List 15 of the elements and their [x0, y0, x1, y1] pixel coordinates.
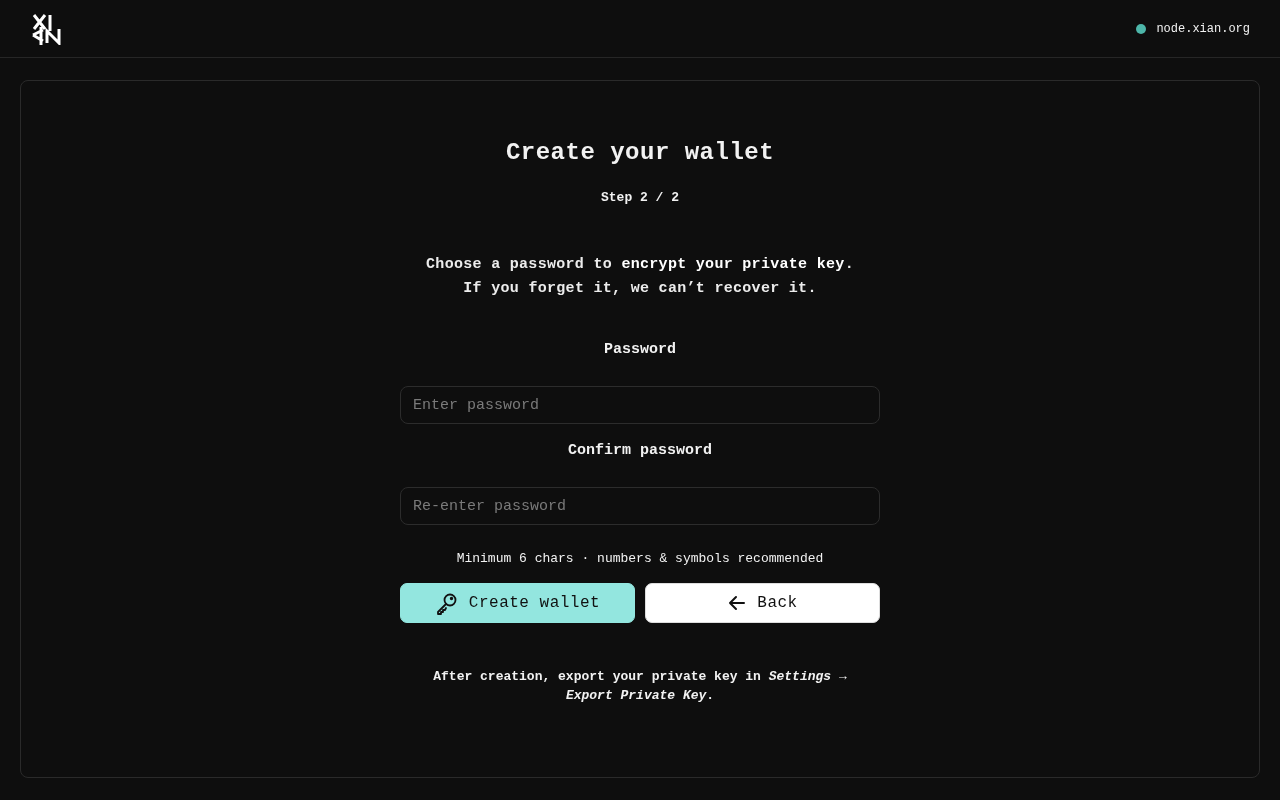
step-indicator: Step 2 / 2 [601, 190, 679, 205]
page-title: Create your wallet [505, 139, 775, 166]
node-address: node.xian.org [1156, 21, 1250, 36]
description-text: Choose a password to encrypt your private key. If you forget it, we can’t recover it. [426, 255, 854, 299]
field-label: Confirm password [568, 442, 712, 461]
back-button[interactable]: Back [645, 583, 880, 623]
logo-icon [31, 12, 63, 45]
password-field[interactable]: Enter password [400, 386, 880, 424]
hint-text: Minimum 6 chars · numbers & symbols recommended [456, 551, 824, 566]
key-icon [434, 591, 459, 615]
back-arrow-icon [727, 593, 748, 613]
create-wallet-button[interactable]: Create wallet [400, 583, 635, 623]
footnote-text: After creation, export your private key in Settings → Export Private Key. [432, 668, 848, 705]
password-field[interactable]: Re-enter password [400, 487, 880, 525]
field-label: Password [604, 341, 676, 360]
